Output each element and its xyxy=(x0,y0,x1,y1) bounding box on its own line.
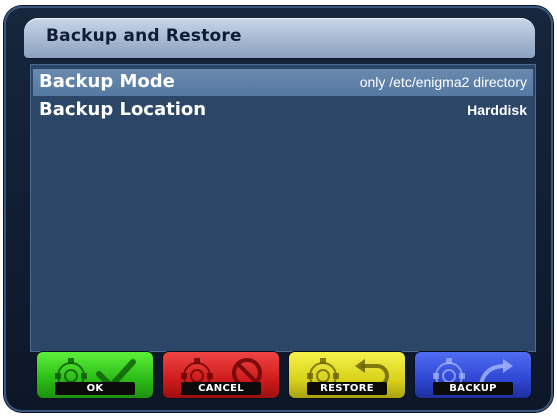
backup-button-label: BACKUP xyxy=(433,382,513,395)
setting-value-backup-location: Harddisk xyxy=(467,102,527,118)
ok-button-label: OK xyxy=(55,382,135,395)
backup-button[interactable]: BACKUP xyxy=(415,352,531,398)
title-bar: Backup and Restore xyxy=(24,18,535,58)
screen: Backup and Restore Backup Mode only /etc… xyxy=(0,0,557,416)
settings-list: Backup Mode only /etc/enigma2 directory … xyxy=(30,64,536,352)
cancel-button-label: CANCEL xyxy=(181,382,261,395)
dialog-window: Backup and Restore Backup Mode only /etc… xyxy=(4,6,553,412)
restore-button-label: RESTORE xyxy=(307,382,387,395)
setting-row-backup-mode[interactable]: Backup Mode only /etc/enigma2 directory xyxy=(33,69,533,96)
page-title: Backup and Restore xyxy=(46,26,242,46)
setting-label-backup-mode: Backup Mode xyxy=(39,71,175,92)
ok-button[interactable]: OK xyxy=(37,352,153,398)
cancel-button[interactable]: CANCEL xyxy=(163,352,279,398)
setting-row-backup-location[interactable]: Backup Location Harddisk xyxy=(33,97,533,124)
setting-label-backup-location: Backup Location xyxy=(39,99,207,120)
restore-button[interactable]: RESTORE xyxy=(289,352,405,398)
setting-value-backup-mode: only /etc/enigma2 directory xyxy=(359,74,527,90)
